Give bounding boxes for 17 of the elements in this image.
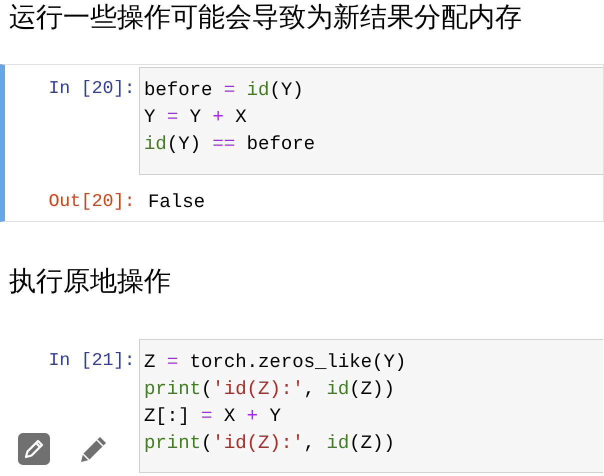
code-line: Z = torch.zeros_like(Y) bbox=[144, 350, 408, 375]
code-line: id(Y) == before bbox=[144, 132, 316, 157]
input-prompt: In [21]: bbox=[48, 350, 136, 373]
markdown-heading: 运行一些操作可能会导致为新结果分配内存 bbox=[8, 1, 523, 35]
code-line: Y = Y + X bbox=[144, 105, 248, 130]
code-line: print('id(Z):', id(Z)) bbox=[144, 377, 396, 402]
markdown-heading: 执行原地操作 bbox=[8, 265, 172, 299]
code-line: before = id(Y) bbox=[144, 78, 305, 103]
code-line: print('id(Z):', id(Z)) bbox=[144, 431, 396, 456]
code-line: Z[:] = X + Y bbox=[144, 404, 282, 429]
output-text: False bbox=[147, 190, 206, 215]
code-editor[interactable]: Z = torch.zeros_like(Y) print('id(Z):', id(Z)) Z[:] = X + Y print('id(Z):', id(Z)) bbox=[139, 339, 603, 473]
edit-icon[interactable] bbox=[18, 433, 50, 465]
input-prompt: In [20]: bbox=[48, 78, 136, 101]
code-cell[interactable]: In [20]: before = id(Y) Y = Y + X id(Y) == before Out[20]: False bbox=[0, 64, 604, 222]
output-prompt: Out[20]: bbox=[48, 191, 136, 214]
code-editor[interactable]: before = id(Y) Y = Y + X id(Y) == before bbox=[139, 67, 603, 175]
